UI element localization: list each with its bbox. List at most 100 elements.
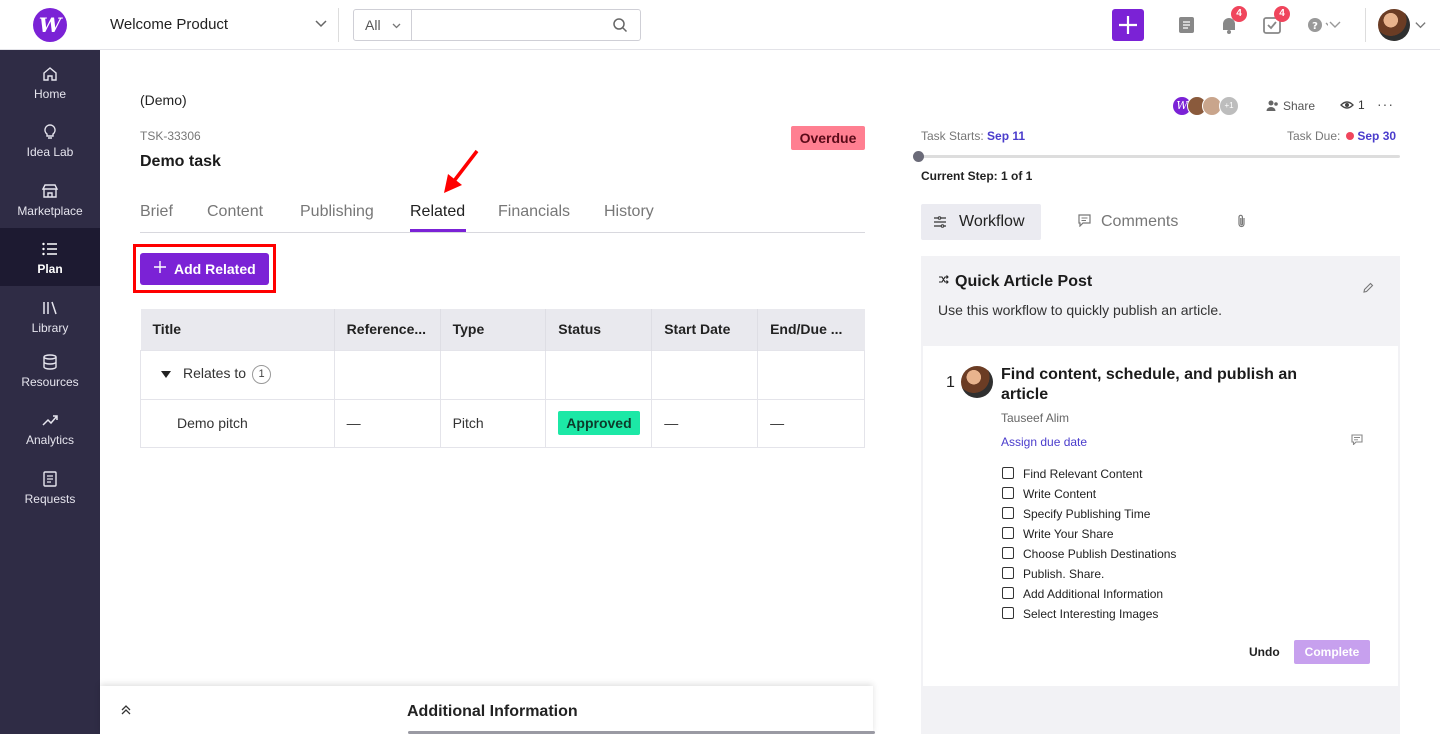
- tab-related[interactable]: Related: [410, 203, 465, 221]
- table-header-row: Title Reference... Type Status Start Dat…: [140, 309, 865, 350]
- sidebar-item-resources[interactable]: Resources: [0, 341, 100, 399]
- sidebar-item-label: Library: [31, 321, 69, 335]
- comment-icon[interactable]: [1351, 434, 1363, 445]
- checklist-item[interactable]: Write Content: [1001, 486, 1176, 506]
- search-icon[interactable]: [612, 17, 628, 33]
- status-badge: Approved: [558, 411, 640, 435]
- checklist-item[interactable]: Add Additional Information: [1001, 586, 1176, 606]
- sidebar-item-requests[interactable]: Requests: [0, 458, 100, 516]
- checklist-item[interactable]: Select Interesting Images: [1001, 606, 1176, 626]
- sidebar-item-idea-lab[interactable]: Idea Lab: [0, 111, 100, 169]
- viewers-number: 1: [1358, 98, 1365, 112]
- divider: [338, 8, 339, 42]
- share-label: Share: [1283, 99, 1316, 113]
- checklist-label: Find Relevant Content: [1023, 467, 1143, 481]
- column-header-end-date[interactable]: End/Due ...: [757, 309, 865, 350]
- viewers-count[interactable]: 1: [1340, 98, 1365, 112]
- checkbox[interactable]: [1002, 567, 1014, 579]
- group-label: Relates to: [183, 365, 247, 382]
- create-button[interactable]: [1112, 9, 1144, 41]
- task-due-value[interactable]: Sep 30: [1357, 129, 1396, 143]
- tab-workflow[interactable]: Workflow: [921, 204, 1041, 240]
- task-start-date: Task Starts: Sep 11: [921, 129, 1025, 143]
- checkbox[interactable]: [1002, 587, 1014, 599]
- table-row[interactable]: Demo pitch — Pitch Approved — —: [140, 398, 865, 448]
- store-icon: [41, 184, 59, 198]
- checklist-item[interactable]: Write Your Share: [1001, 526, 1176, 546]
- tab-content[interactable]: Content: [207, 203, 263, 221]
- sidebar-item-label: Analytics: [25, 433, 75, 447]
- list-icon: [42, 242, 57, 256]
- tab-comments[interactable]: Comments: [1078, 213, 1178, 231]
- checkbox[interactable]: [1002, 547, 1014, 559]
- checklist-item[interactable]: Specify Publishing Time: [1001, 506, 1176, 526]
- help-icon[interactable]: ?: [1306, 14, 1328, 36]
- row-type: Pitch: [439, 398, 547, 448]
- assign-due-date-link[interactable]: Assign due date: [1001, 435, 1087, 449]
- sidebar-item-library[interactable]: Library: [0, 287, 100, 345]
- column-header-status[interactable]: Status: [545, 309, 652, 350]
- app-logo[interactable]: W: [33, 8, 67, 42]
- undo-button[interactable]: Undo: [1249, 645, 1280, 659]
- checklist-label: Add Additional Information: [1023, 587, 1164, 601]
- sidebar-item-analytics[interactable]: Analytics: [0, 399, 100, 457]
- column-header-type[interactable]: Type: [439, 309, 546, 350]
- table-group-row[interactable]: Relates to 1: [140, 349, 865, 400]
- chevron-down-icon[interactable]: [1414, 18, 1427, 31]
- tasks-badge: 4: [1274, 6, 1290, 22]
- additional-info-panel[interactable]: Additional Information: [100, 686, 873, 734]
- checkbox[interactable]: [1002, 607, 1014, 619]
- share-button[interactable]: Share: [1266, 99, 1315, 113]
- search-scope-select[interactable]: All: [354, 10, 412, 40]
- status-badge: Overdue: [791, 126, 865, 150]
- checklist-label: Write Content: [1023, 487, 1097, 501]
- tab-brief[interactable]: Brief: [140, 203, 173, 221]
- checkbox[interactable]: [1002, 527, 1014, 539]
- sidebar: Home Idea Lab Marketplace Plan Library R…: [0, 50, 100, 734]
- tab-financials[interactable]: Financials: [498, 203, 570, 221]
- edit-pencil-icon[interactable]: [1362, 282, 1374, 294]
- checklist-label: Publish. Share.: [1023, 567, 1105, 581]
- complete-button[interactable]: Complete: [1294, 640, 1370, 664]
- task-starts-value[interactable]: Sep 11: [987, 129, 1025, 143]
- sidebar-item-plan[interactable]: Plan: [0, 228, 100, 286]
- tab-publishing[interactable]: Publishing: [300, 203, 374, 221]
- more-options-button[interactable]: ···: [1377, 96, 1394, 112]
- row-title[interactable]: Demo pitch: [140, 398, 335, 448]
- checklist-item[interactable]: Choose Publish Destinations: [1001, 546, 1176, 566]
- parent-title[interactable]: (Demo): [140, 92, 187, 108]
- workflow-description: Use this workflow to quickly publish an …: [938, 302, 1223, 318]
- checklist-label: Choose Publish Destinations: [1023, 547, 1177, 561]
- people-icon: [1266, 100, 1278, 111]
- svg-text:?: ?: [1312, 21, 1318, 32]
- chevron-down-icon[interactable]: [314, 16, 328, 30]
- add-related-button[interactable]: Add Related: [140, 253, 269, 285]
- collapse-triangle-icon[interactable]: [161, 370, 171, 378]
- notes-icon[interactable]: [1176, 14, 1198, 36]
- tab-workflow-label: Workflow: [959, 213, 1025, 230]
- library-icon: [43, 301, 57, 315]
- column-header-title[interactable]: Title: [140, 309, 335, 350]
- sidebar-item-marketplace[interactable]: Marketplace: [0, 170, 100, 228]
- checkbox[interactable]: [1002, 507, 1014, 519]
- sidebar-item-label: Marketplace: [17, 204, 83, 218]
- collaborator-avatars[interactable]: W +1: [1172, 96, 1252, 116]
- checklist-item[interactable]: Find Relevant Content: [1001, 466, 1176, 486]
- sidebar-item-home[interactable]: Home: [0, 53, 100, 111]
- product-selector[interactable]: Welcome Product: [110, 16, 228, 33]
- checklist-item[interactable]: Publish. Share.: [1001, 566, 1176, 586]
- column-header-start-date[interactable]: Start Date: [651, 309, 758, 350]
- user-avatar[interactable]: [1378, 9, 1410, 41]
- schedule-progress-knob: [913, 151, 924, 162]
- additional-info-title: Additional Information: [407, 703, 578, 720]
- checkbox[interactable]: [1002, 467, 1014, 479]
- chevron-down-icon[interactable]: [1328, 17, 1342, 31]
- document-icon: [43, 471, 57, 487]
- eye-icon: [1340, 101, 1354, 109]
- chevron-up-icon[interactable]: [120, 704, 132, 716]
- column-header-reference[interactable]: Reference...: [333, 309, 441, 350]
- checkbox[interactable]: [1002, 487, 1014, 499]
- search-input[interactable]: [414, 11, 604, 39]
- tab-history[interactable]: History: [604, 203, 654, 221]
- attachment-icon[interactable]: [1235, 214, 1248, 229]
